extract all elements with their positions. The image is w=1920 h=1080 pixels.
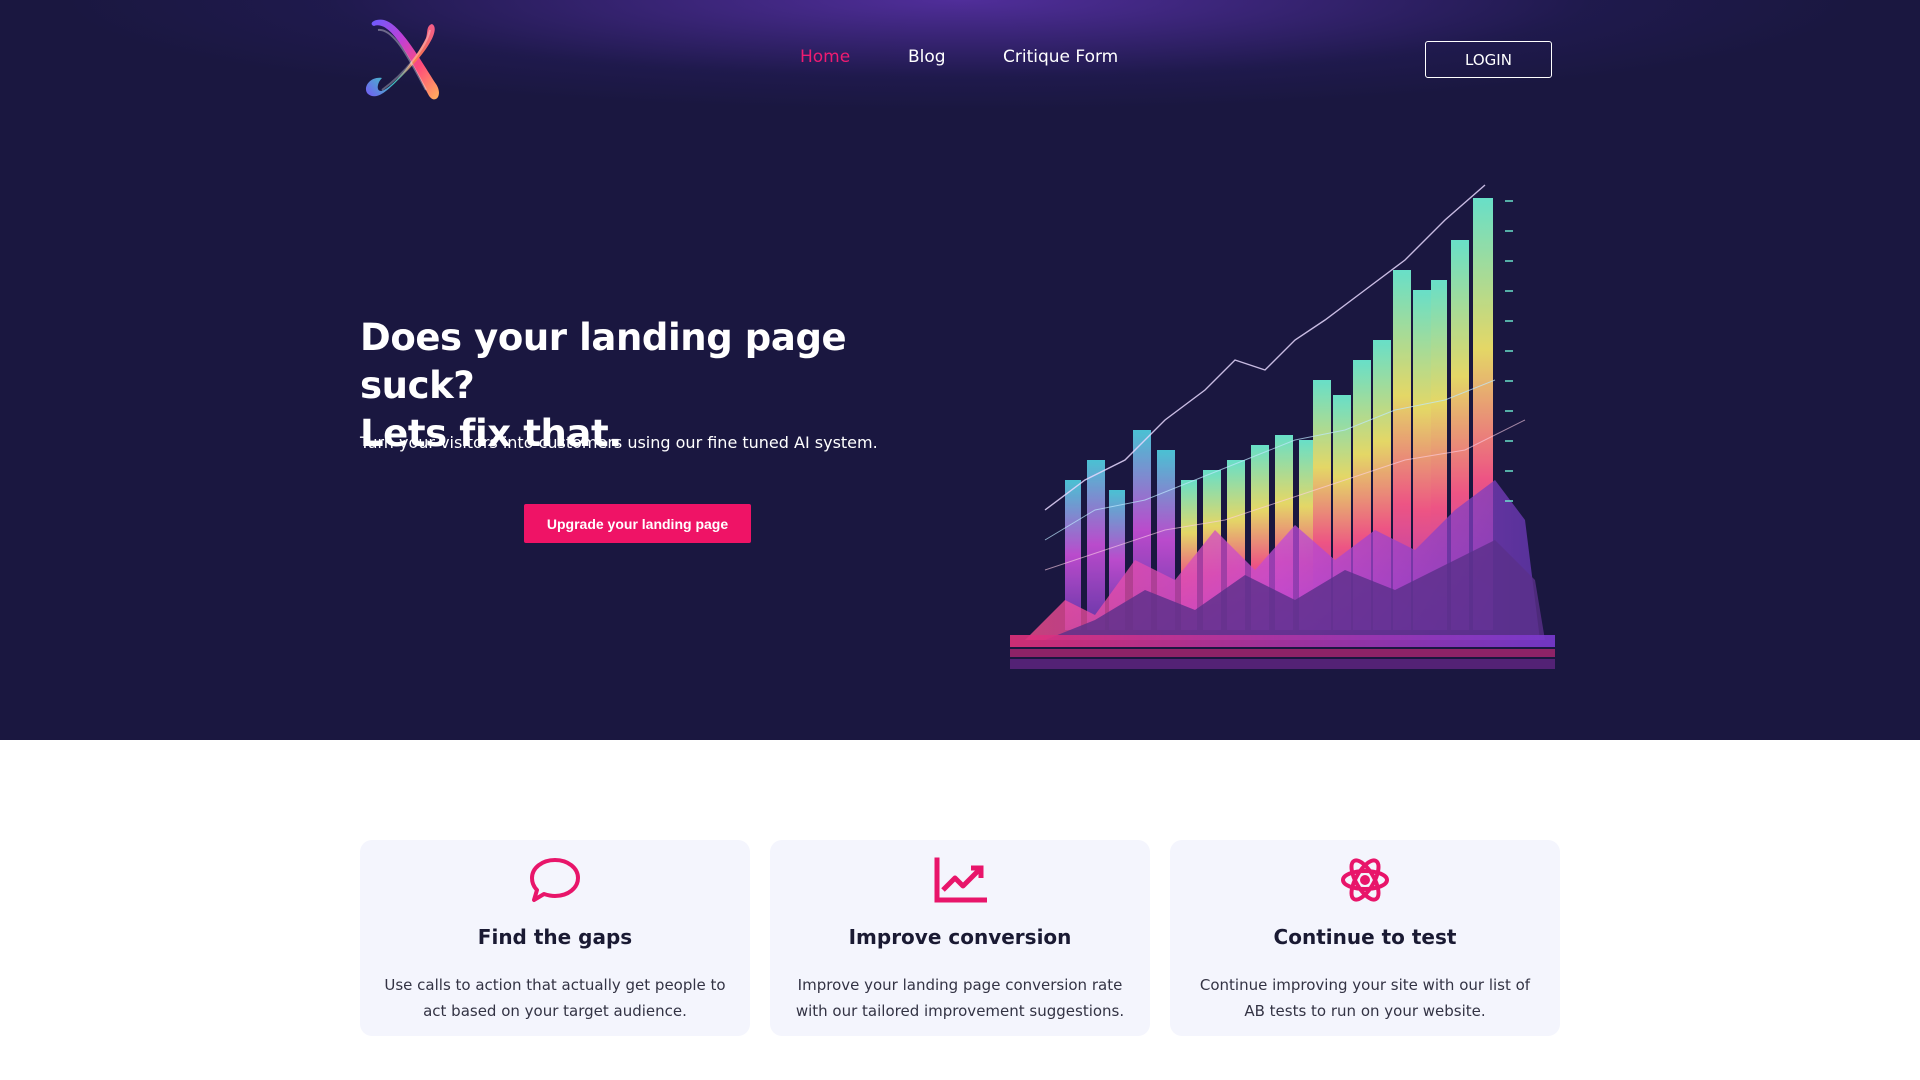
- hero-section: Home Blog Critique Form LOGIN Does your …: [0, 0, 1920, 740]
- feature-title: Find the gaps: [477, 925, 633, 949]
- nav-link-home[interactable]: Home: [800, 47, 850, 67]
- features-section: Find the gaps Use calls to action that a…: [0, 740, 1920, 1080]
- chat-bubble-icon: [528, 856, 582, 904]
- hero-title-line1: Does your landing page suck?: [360, 316, 847, 407]
- upgrade-cta-button[interactable]: Upgrade your landing page: [524, 504, 751, 543]
- login-button[interactable]: LOGIN: [1425, 41, 1552, 78]
- feature-card-improve-conversion: Improve conversion Improve your landing …: [770, 840, 1150, 1036]
- nav-link-critique-form[interactable]: Critique Form: [1003, 47, 1118, 67]
- feature-title: Continue to test: [1273, 925, 1457, 949]
- feature-text: Use calls to action that actually get pe…: [384, 976, 726, 1020]
- chart-line-icon: [933, 856, 988, 904]
- feature-card-continue-test: Continue to test Continue improving your…: [1170, 840, 1560, 1036]
- hero-subtitle: Turn your visitors into customers using …: [360, 433, 878, 452]
- feature-text: Improve your landing page conversion rat…: [795, 976, 1125, 1020]
- main-nav: Home Blog Critique Form LOGIN: [0, 0, 1920, 120]
- feature-title: Improve conversion: [848, 925, 1072, 949]
- feature-card-find-gaps: Find the gaps Use calls to action that a…: [360, 840, 750, 1036]
- feature-text: Continue improving your site with our li…: [1199, 976, 1531, 1020]
- hero-chart-illustration: [1005, 180, 1565, 675]
- atom-icon: [1338, 856, 1392, 904]
- nav-link-blog[interactable]: Blog: [908, 47, 946, 67]
